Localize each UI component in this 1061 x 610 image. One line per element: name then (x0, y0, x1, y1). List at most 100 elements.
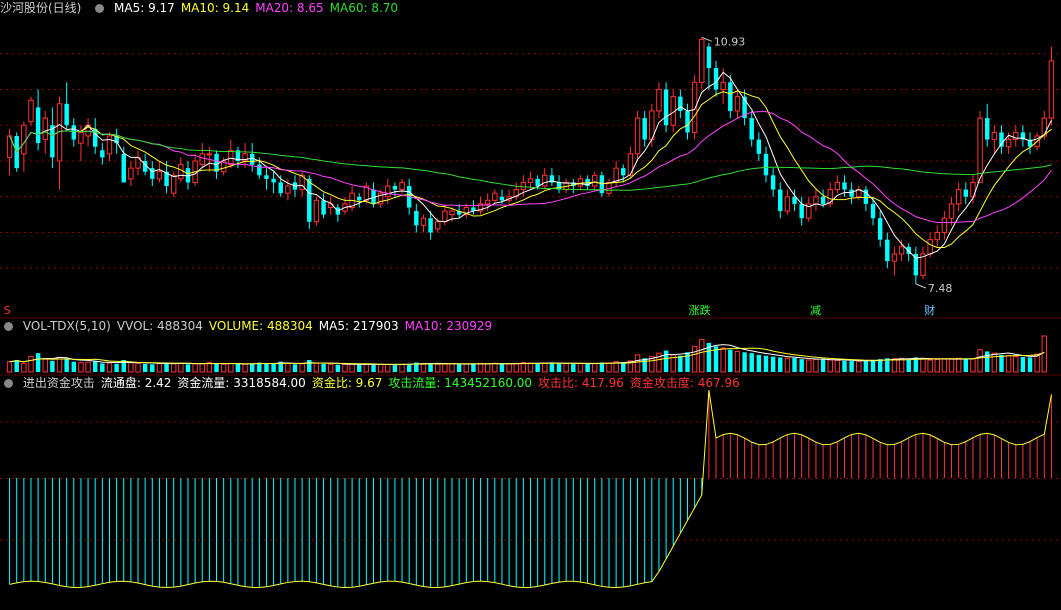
volume-bar (170, 363, 177, 373)
low-pointer (915, 283, 927, 289)
candle-body (784, 196, 791, 212)
volume-bar (21, 362, 27, 373)
volume-bar (691, 345, 698, 373)
volume-bar (249, 363, 255, 372)
volume-bar (150, 364, 155, 372)
candle-body (307, 178, 312, 222)
candle-body (527, 178, 534, 183)
volume-panel-header: VOL-TDX(5,10) VVOL: 488304 VOLUME: 488304 M… (0, 318, 504, 334)
volume-bar (214, 363, 219, 372)
candle-body (634, 117, 641, 155)
volume-bar (78, 362, 84, 373)
volume-bar (863, 360, 869, 372)
volume-bar (142, 363, 148, 372)
candle-body (435, 221, 441, 230)
candle-body (621, 168, 626, 176)
volume-bar (471, 363, 476, 372)
candle-body (100, 150, 105, 158)
volume-bar (321, 363, 326, 372)
high-price-label: 10.93 (714, 35, 746, 48)
volume-bar (235, 363, 241, 372)
ind-label-5: 攻击比: 417.96 (538, 376, 624, 390)
volume-bar (827, 359, 833, 373)
candle-body (271, 178, 276, 183)
vol-label-0: VOL-TDX(5,10) (22, 319, 111, 333)
volume-bar (178, 362, 184, 373)
volume-bar (720, 347, 726, 373)
volume-bar (870, 360, 876, 372)
candle-body (50, 125, 55, 158)
volume-bar (1013, 356, 1019, 373)
volume-bar (948, 358, 955, 373)
volume-bar (906, 359, 911, 372)
volume-bar (14, 360, 19, 372)
volume-bar (292, 364, 298, 372)
low-price-label: 7.48 (928, 282, 953, 295)
candle-body (357, 196, 362, 201)
candle-body (170, 174, 177, 194)
candle-body (934, 232, 940, 241)
volume-bar (549, 362, 555, 372)
volume-bar (64, 358, 69, 372)
candle-body (313, 199, 320, 223)
candle-body (813, 196, 819, 205)
candle-body (706, 46, 712, 69)
ma-indicator-list: MA5: 9.17 MA10: 9.14 MA20: 8.65 MA60: 8.70 (114, 1, 404, 15)
candle-body (399, 181, 405, 191)
candle-body (64, 103, 69, 126)
candle-body (799, 203, 804, 219)
volume-bar (606, 362, 612, 373)
candle-body (42, 117, 48, 141)
indicator-panel-header: 进出资金攻击 流通盘: 2.42 资金流量: 3318584.00 资金比: 9.67… (0, 375, 752, 391)
volume-bar (242, 363, 248, 373)
volume-bar (313, 362, 320, 373)
volume-bar (763, 355, 769, 372)
volume-bar (849, 361, 854, 372)
candle-body (385, 185, 391, 198)
volume-bar (199, 362, 205, 373)
candle-body (499, 196, 505, 201)
volume-bar (371, 364, 376, 372)
candle-body (963, 189, 969, 197)
candle-body (128, 167, 134, 180)
candle-body (885, 239, 890, 262)
ma-label-3: MA60: 8.70 (329, 1, 399, 15)
settings-dot-icon[interactable] (4, 322, 13, 331)
volume-bar (728, 349, 733, 372)
volume-bar (506, 363, 512, 373)
candle-body (870, 203, 876, 219)
volume-bar (342, 363, 348, 373)
settings-dot-icon[interactable] (4, 379, 13, 388)
candle-body (713, 68, 719, 90)
volume-bar (513, 362, 519, 373)
ma10-line (9, 90, 1052, 249)
ind-label-0: 进出资金攻击 (22, 376, 95, 390)
volume-bar (1041, 335, 1048, 373)
volume-bar (891, 358, 898, 373)
volume-bar (285, 362, 291, 373)
volume-bar (792, 357, 797, 372)
volume-bar (392, 364, 398, 372)
event-marker-1: 涨跌 (689, 303, 711, 317)
volume-bar (220, 363, 227, 373)
volume-bar (999, 354, 1004, 372)
event-marker-2: 减 (810, 304, 821, 317)
ind-label-6: 资金攻击度: 467.96 (629, 376, 740, 390)
candle-body (984, 118, 990, 140)
ma20-line (9, 111, 1052, 223)
volume-bar (477, 362, 484, 373)
volume-bar (484, 363, 491, 373)
vol-label-2: VOLUME: 488304 (208, 319, 313, 333)
volume-bar (435, 363, 441, 373)
settings-dot-icon[interactable] (95, 4, 105, 13)
volume-bar (420, 362, 427, 373)
volume-bar (114, 363, 119, 372)
candle-body (642, 118, 647, 140)
candle-body (770, 175, 776, 190)
volume-bar (756, 354, 762, 372)
volume-bar (963, 359, 969, 372)
volume-bar (299, 363, 305, 373)
volume-bar (385, 363, 391, 373)
volume-bar (527, 362, 534, 373)
volume-bar (442, 363, 448, 373)
